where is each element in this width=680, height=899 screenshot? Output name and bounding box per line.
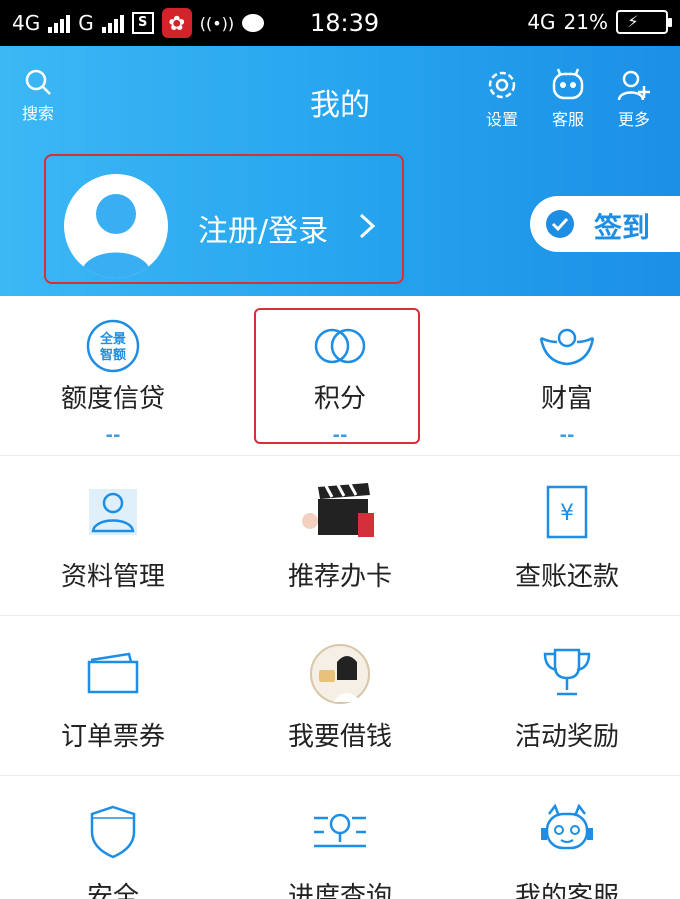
progress-search-icon — [314, 813, 366, 848]
menu-item-orders[interactable]: 订单票券 — [0, 640, 226, 753]
menu-label: 我要借钱 — [287, 722, 392, 752]
menu-row: 安全 进度查询 我的客服 — [0, 776, 680, 899]
menu-label: 查账还款 — [514, 562, 619, 592]
default-avatar-icon — [80, 194, 152, 278]
menu-item-bill-repay[interactable]: ¥ 查账还款 — [454, 480, 680, 593]
clapperboard-icon — [302, 483, 374, 537]
add-user-icon — [617, 70, 650, 101]
profile-icon — [89, 489, 137, 535]
chat-icon — [242, 14, 265, 32]
wealth-icon — [539, 328, 595, 366]
stat-label: 额度信贷 — [60, 384, 165, 414]
menu-label: 推荐办卡 — [287, 562, 392, 592]
avatar — [64, 174, 168, 278]
chevron-right-icon — [359, 213, 376, 239]
clock: 18:39 — [310, 9, 380, 37]
ticket-icon — [87, 652, 139, 694]
network-label: 4G — [527, 10, 556, 34]
svg-text:¥: ¥ — [560, 501, 574, 526]
status-bar: 4G G S ✿ ((•)) 18:39 4G 21% ⚡ — [0, 0, 680, 46]
stat-value: -- — [105, 425, 121, 446]
check-icon — [546, 210, 574, 238]
app-notification-icon: ✿ — [161, 8, 192, 38]
menu-item-profile[interactable]: 资料管理 — [0, 480, 226, 593]
menu-label: 订单票券 — [60, 722, 165, 752]
settings-label: 设置 — [485, 110, 518, 129]
login-card[interactable]: 注册/登录 — [44, 154, 404, 284]
stat-label: 财富 — [540, 384, 593, 414]
hotspot-icon: ((•)) — [199, 13, 235, 33]
menu-item-borrow-money[interactable]: 我要借钱 — [227, 640, 453, 753]
signin-button[interactable]: 签到 — [530, 196, 680, 252]
menu-row: 订单票券 我要借钱 活动奖励 — [0, 616, 680, 776]
network-label: 4G — [12, 11, 41, 35]
menu-row: 资料管理 推荐办卡 ¥ 查账还款 — [0, 456, 680, 616]
network-label: G — [78, 11, 94, 35]
signal-icon — [48, 13, 71, 33]
svg-text:全景: 全景 — [99, 331, 126, 347]
shield-icon — [90, 805, 136, 859]
service-robot-icon — [541, 804, 593, 850]
signin-label: 签到 — [594, 211, 651, 244]
s-badge-icon: S — [131, 12, 154, 34]
menu-item-recommend-card[interactable]: 推荐办卡 — [227, 480, 453, 593]
robot-icon — [552, 68, 584, 100]
quota-credit-icon: 全景智额 — [86, 319, 140, 373]
more-label: 更多 — [617, 110, 650, 129]
menu-label: 安全 — [86, 882, 139, 899]
bill-icon: ¥ — [546, 485, 588, 539]
gear-icon — [488, 71, 516, 99]
service-button[interactable]: 客服 — [538, 68, 598, 130]
stat-quota-credit[interactable]: 全景 智额 额度信贷 -- — [0, 316, 226, 446]
menu-label: 活动奖励 — [514, 722, 619, 752]
battery-percent: 21% — [563, 10, 608, 34]
menu-item-rewards[interactable]: 活动奖励 — [454, 640, 680, 753]
profile-header: 搜索 我的 设置 客服 更多 注册/登录 签到 — [0, 46, 680, 296]
battery-icon: ⚡ — [616, 10, 672, 34]
stat-wealth[interactable]: 财富 -- — [454, 316, 680, 446]
settings-button[interactable]: 设置 — [472, 68, 532, 130]
more-button[interactable]: 更多 — [604, 68, 664, 130]
menu-label: 我的客服 — [514, 882, 619, 899]
loan-avatar-icon — [310, 644, 370, 704]
login-label: 注册/登录 — [198, 214, 329, 249]
svg-text:智额: 智额 — [100, 347, 126, 363]
signal-icon — [101, 13, 124, 33]
points-highlight-box — [254, 308, 420, 444]
menu-item-progress-query[interactable]: 进度查询 — [227, 800, 453, 899]
trophy-icon — [543, 648, 591, 696]
menu-label: 资料管理 — [60, 562, 165, 592]
menu-label: 进度查询 — [287, 882, 392, 899]
stat-value: -- — [559, 425, 575, 446]
menu-item-security[interactable]: 安全 — [0, 800, 226, 899]
menu-item-my-service[interactable]: 我的客服 — [454, 800, 680, 899]
service-label: 客服 — [551, 110, 584, 129]
